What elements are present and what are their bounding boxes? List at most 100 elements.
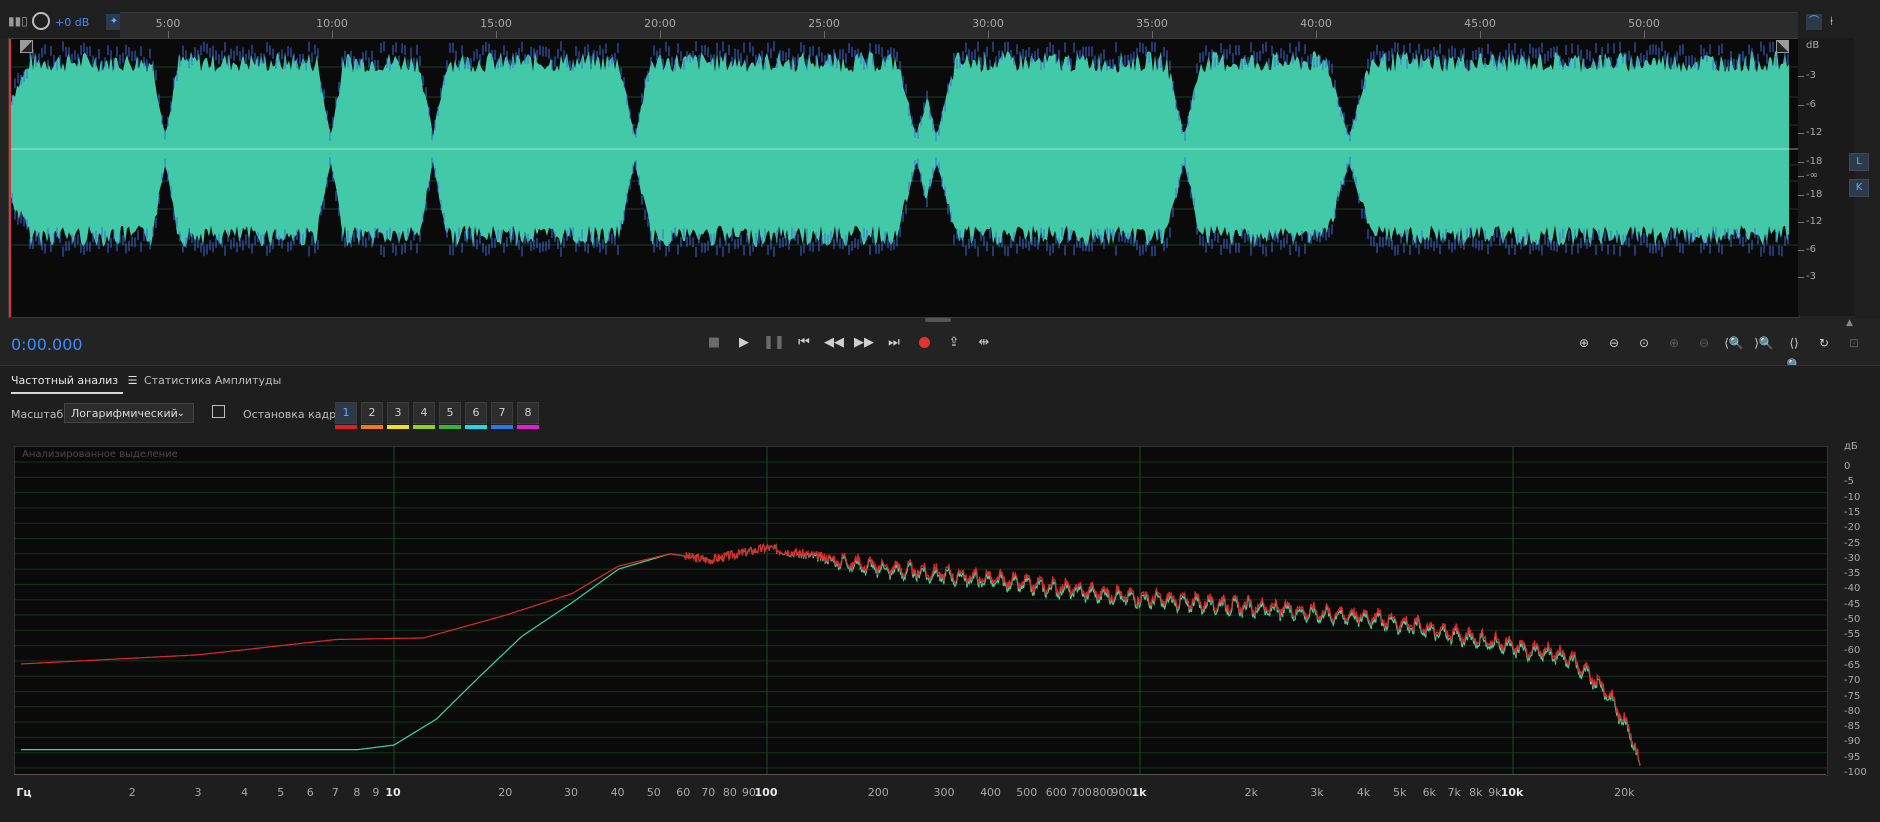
waveform-display[interactable] [8,38,1800,318]
frequency-label: 200 [867,786,889,799]
play-button[interactable]: ▶ [733,332,755,354]
skip-to-start-button[interactable]: ⏮ [793,332,815,354]
record-button[interactable] [913,332,935,354]
spectrum-svg [15,447,1827,775]
frequency-label: Гц [16,786,32,799]
db-unit-label: dB [1806,40,1820,51]
frequency-label: 100 [754,786,778,799]
frame-hold-button-5[interactable]: 5 [439,402,461,424]
frame-color-swatch [387,425,409,429]
tab-frequency-analysis[interactable]: Частотный анализ ☰ [11,374,137,387]
scale-dropdown-value: Логарифмический [71,407,178,420]
frequency-label: 900 [1111,786,1133,799]
frequency-label: 1k [1131,786,1147,799]
zoom-out-full-icon[interactable]: ⟩🔍 [1752,332,1776,354]
waveform-db-tick [1798,105,1804,106]
snap-icon[interactable]: ⌒ [1806,14,1822,30]
gain-readout[interactable]: +0 dB [55,16,89,29]
power-icon[interactable] [32,12,50,30]
skip-selection-button[interactable]: ⇹ [973,332,995,354]
tab-amplitude-statistics[interactable]: Статистика Амплитуды [144,374,281,387]
frequency-label: 20k [1614,786,1635,799]
waveform-db-tick [1798,222,1804,223]
levels-icon[interactable]: ▮▮▯ [8,14,28,28]
spectrum-db-label: -45 [1844,598,1861,610]
spectrum-db-label: 0 [1844,461,1851,472]
zoom-selection-icon[interactable]: ⟨🔍 [1722,332,1746,354]
frame-hold-button-1[interactable]: 1 [335,402,357,424]
frequency-label: 5k [1393,786,1407,799]
zoom-out-time-button[interactable]: ⊖ [1692,332,1716,354]
waveform-db-label: -∞ [1806,170,1818,181]
frequency-label: 400 [980,786,1002,799]
spectrum-db-label: -50 [1844,614,1861,625]
spectrum-db-label: -20 [1844,522,1861,534]
zoom-to-selection-icon[interactable]: ⟨⟩🔍 [1782,332,1806,372]
spectrum-db-label: -15 [1844,506,1861,518]
frame-hold-button-8[interactable]: 8 [517,402,539,424]
spectrum-db-label: -35 [1844,568,1861,580]
channel-right-button[interactable]: K [1849,179,1869,197]
waveform-db-label: -3 [1806,70,1816,81]
frequency-label: 8 [353,786,361,799]
frame-hold-button-4[interactable]: 4 [413,402,435,424]
waveform-db-label: -6 [1806,99,1816,110]
zoom-in-amplitude-button[interactable]: ⊕ [1572,332,1596,354]
fade-out-handle-icon[interactable] [1776,40,1789,53]
frequency-label: 6 [306,786,314,799]
chevron-up-icon[interactable]: ▲ [1846,318,1853,328]
channel-left-button[interactable]: L [1849,153,1869,171]
waveform-db-tick [1798,176,1804,177]
waveform-db-tick [1798,162,1804,163]
frame-color-swatch [465,425,487,429]
frequency-label: 7k [1447,786,1461,799]
fade-in-handle-icon[interactable] [20,40,33,53]
menu-icon[interactable]: ☰ [128,374,138,387]
marker-icon[interactable]: ⍿ [1830,14,1833,29]
frequency-label: 2k [1244,786,1258,799]
frame-hold-button-6[interactable]: 6 [465,402,487,424]
spectrum-db-label: -25 [1844,537,1861,549]
zoom-reset-button[interactable]: ⊙ [1632,332,1656,354]
pause-button[interactable]: ❚❚ [763,332,785,354]
spectrum-display[interactable] [14,446,1828,776]
frequency-label: 500 [1016,786,1038,799]
spectrum-db-label: -5 [1844,476,1854,488]
fast-forward-button[interactable]: ▶▶ [853,332,875,354]
spectrum-db-label: -65 [1844,659,1861,671]
time-tick-label: 25:00 [808,17,840,30]
zoom-out-amplitude-button[interactable]: ⊖ [1602,332,1626,354]
frame-color-swatch [439,425,461,429]
spectrum-db-label: -100 [1844,767,1867,778]
skip-to-end-button[interactable]: ⏭ [883,332,905,354]
zoom-in-time-button[interactable]: ⊕ [1662,332,1686,354]
waveform-db-label: -6 [1806,244,1816,255]
waveform-db-scale: dB -3 -6 -12 -18 -∞ -18 -12 -6 -3 [1798,38,1854,316]
scale-dropdown[interactable]: Логарифмический ⌄ [64,403,194,423]
frame-hold-button-2[interactable]: 2 [361,402,383,424]
zoom-full-button[interactable]: ↻ [1812,332,1836,354]
frame-hold-button-3[interactable]: 3 [387,402,409,424]
frequency-label: 30 [563,786,578,799]
rewind-button[interactable]: ◀◀ [823,332,845,354]
frequency-label: 3 [194,786,202,799]
frequency-label: 9k [1488,786,1502,799]
overlay-frames-icon[interactable] [212,405,225,418]
waveform-db-tick [1798,250,1804,251]
spectrum-db-label: -85 [1844,721,1861,733]
current-time: 0:00.000 [11,335,83,354]
spectrum-db-label: -80 [1844,705,1861,717]
frame-hold-button-7[interactable]: 7 [491,402,513,424]
loop-playback-button[interactable]: ⇪ [943,332,965,354]
frequency-label: 4k [1356,786,1371,799]
frequency-label: 8k [1469,786,1483,799]
time-ruler[interactable]: 5:00 10:00 15:00 20:00 25:00 30:00 35:00 40:00 4… [120,12,1798,39]
zoom-extra-button[interactable]: ⊡ [1842,332,1866,354]
frame-hold-label: Остановка кадра: [243,408,347,421]
frequency-label: 600 [1045,786,1067,799]
stop-button[interactable]: ■ [703,332,725,354]
frequency-label: 3k [1310,786,1324,799]
waveform-db-label: -3 [1806,271,1816,282]
panel-resize-handle[interactable] [925,318,951,322]
scale-label: Масштаб: [11,408,67,421]
